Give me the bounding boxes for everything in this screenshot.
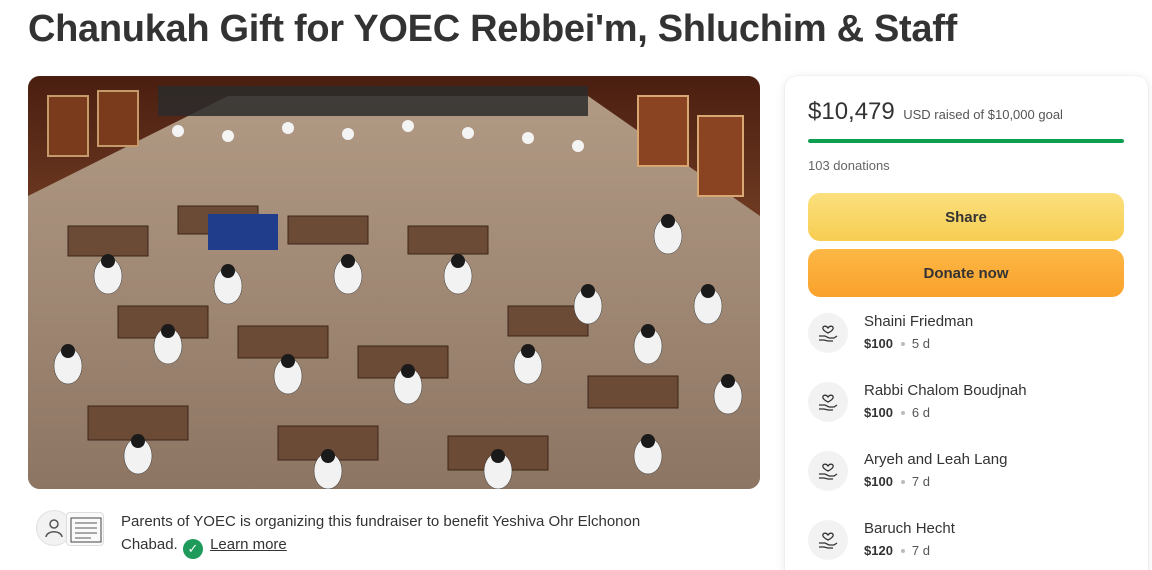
- donor-meta: $100 6 d: [864, 405, 930, 420]
- donor-amount: $100: [864, 336, 893, 351]
- donor-amount: $100: [864, 405, 893, 420]
- donor-list-item: Aryeh and Leah Lang $100 7 d: [808, 451, 1124, 495]
- donation-heart-hand-icon: [808, 451, 848, 491]
- donor-meta: $100 7 d: [864, 474, 930, 489]
- separator-dot: [900, 341, 905, 346]
- donor-list-item: Baruch Hecht $120 7 d: [808, 520, 1124, 564]
- donor-amount: $120: [864, 543, 893, 558]
- donation-heart-hand-icon: [808, 313, 848, 353]
- donate-now-button[interactable]: Donate now: [808, 249, 1124, 297]
- donor-meta: $120 7 d: [864, 543, 930, 558]
- share-button[interactable]: Share: [808, 193, 1124, 241]
- donor-name: Aryeh and Leah Lang: [864, 451, 1008, 468]
- donor-list-item: Rabbi Chalom Boudjnah $100 6 d: [808, 382, 1124, 426]
- study-hall-illustration: [28, 76, 760, 489]
- goal-text: USD raised of $10,000 goal: [903, 107, 1063, 122]
- organizer-section: Parents of YOEC is organizing this fundr…: [36, 508, 736, 559]
- donor-name: Rabbi Chalom Boudjnah: [864, 382, 1027, 399]
- donor-time: 6 d: [911, 405, 930, 420]
- donation-heart-hand-icon: [808, 382, 848, 422]
- organizer-description: Parents of YOEC is organizing this fundr…: [121, 510, 701, 559]
- donations-count: 103 donations: [808, 158, 890, 173]
- learn-more-link[interactable]: Learn more: [210, 536, 287, 553]
- donor-time: 5 d: [911, 336, 930, 351]
- donor-name: Baruch Hecht: [864, 520, 955, 537]
- page-title: Chanukah Gift for YOEC Rebbei'm, Shluchi…: [28, 8, 957, 50]
- check-circle-icon: ✓: [182, 539, 203, 559]
- separator-dot: [900, 479, 905, 484]
- progress-bar: [808, 139, 1124, 143]
- donor-amount: $100: [864, 474, 893, 489]
- yeshiva-logo-icon: [70, 517, 102, 543]
- separator-dot: [900, 548, 905, 553]
- donor-time: 7 d: [911, 543, 930, 558]
- raised-amount: $10,479: [808, 98, 895, 125]
- separator-dot: [900, 410, 905, 415]
- donation-sidebar: $10,479 USD raised of $10,000 goal 103 d…: [785, 76, 1148, 570]
- person-icon: [45, 519, 63, 538]
- donor-name: Shaini Friedman: [864, 313, 974, 330]
- amount-raised: $10,479 USD raised of $10,000 goal: [808, 98, 1063, 126]
- donation-heart-hand-icon: [808, 520, 848, 560]
- beneficiary-logo[interactable]: [66, 512, 104, 546]
- donor-time: 7 d: [911, 474, 930, 489]
- progress-bar-fill: [808, 139, 1124, 143]
- donor-list-item: Shaini Friedman $100 5 d: [808, 313, 1124, 357]
- donor-meta: $100 5 d: [864, 336, 930, 351]
- campaign-photo[interactable]: [28, 76, 760, 489]
